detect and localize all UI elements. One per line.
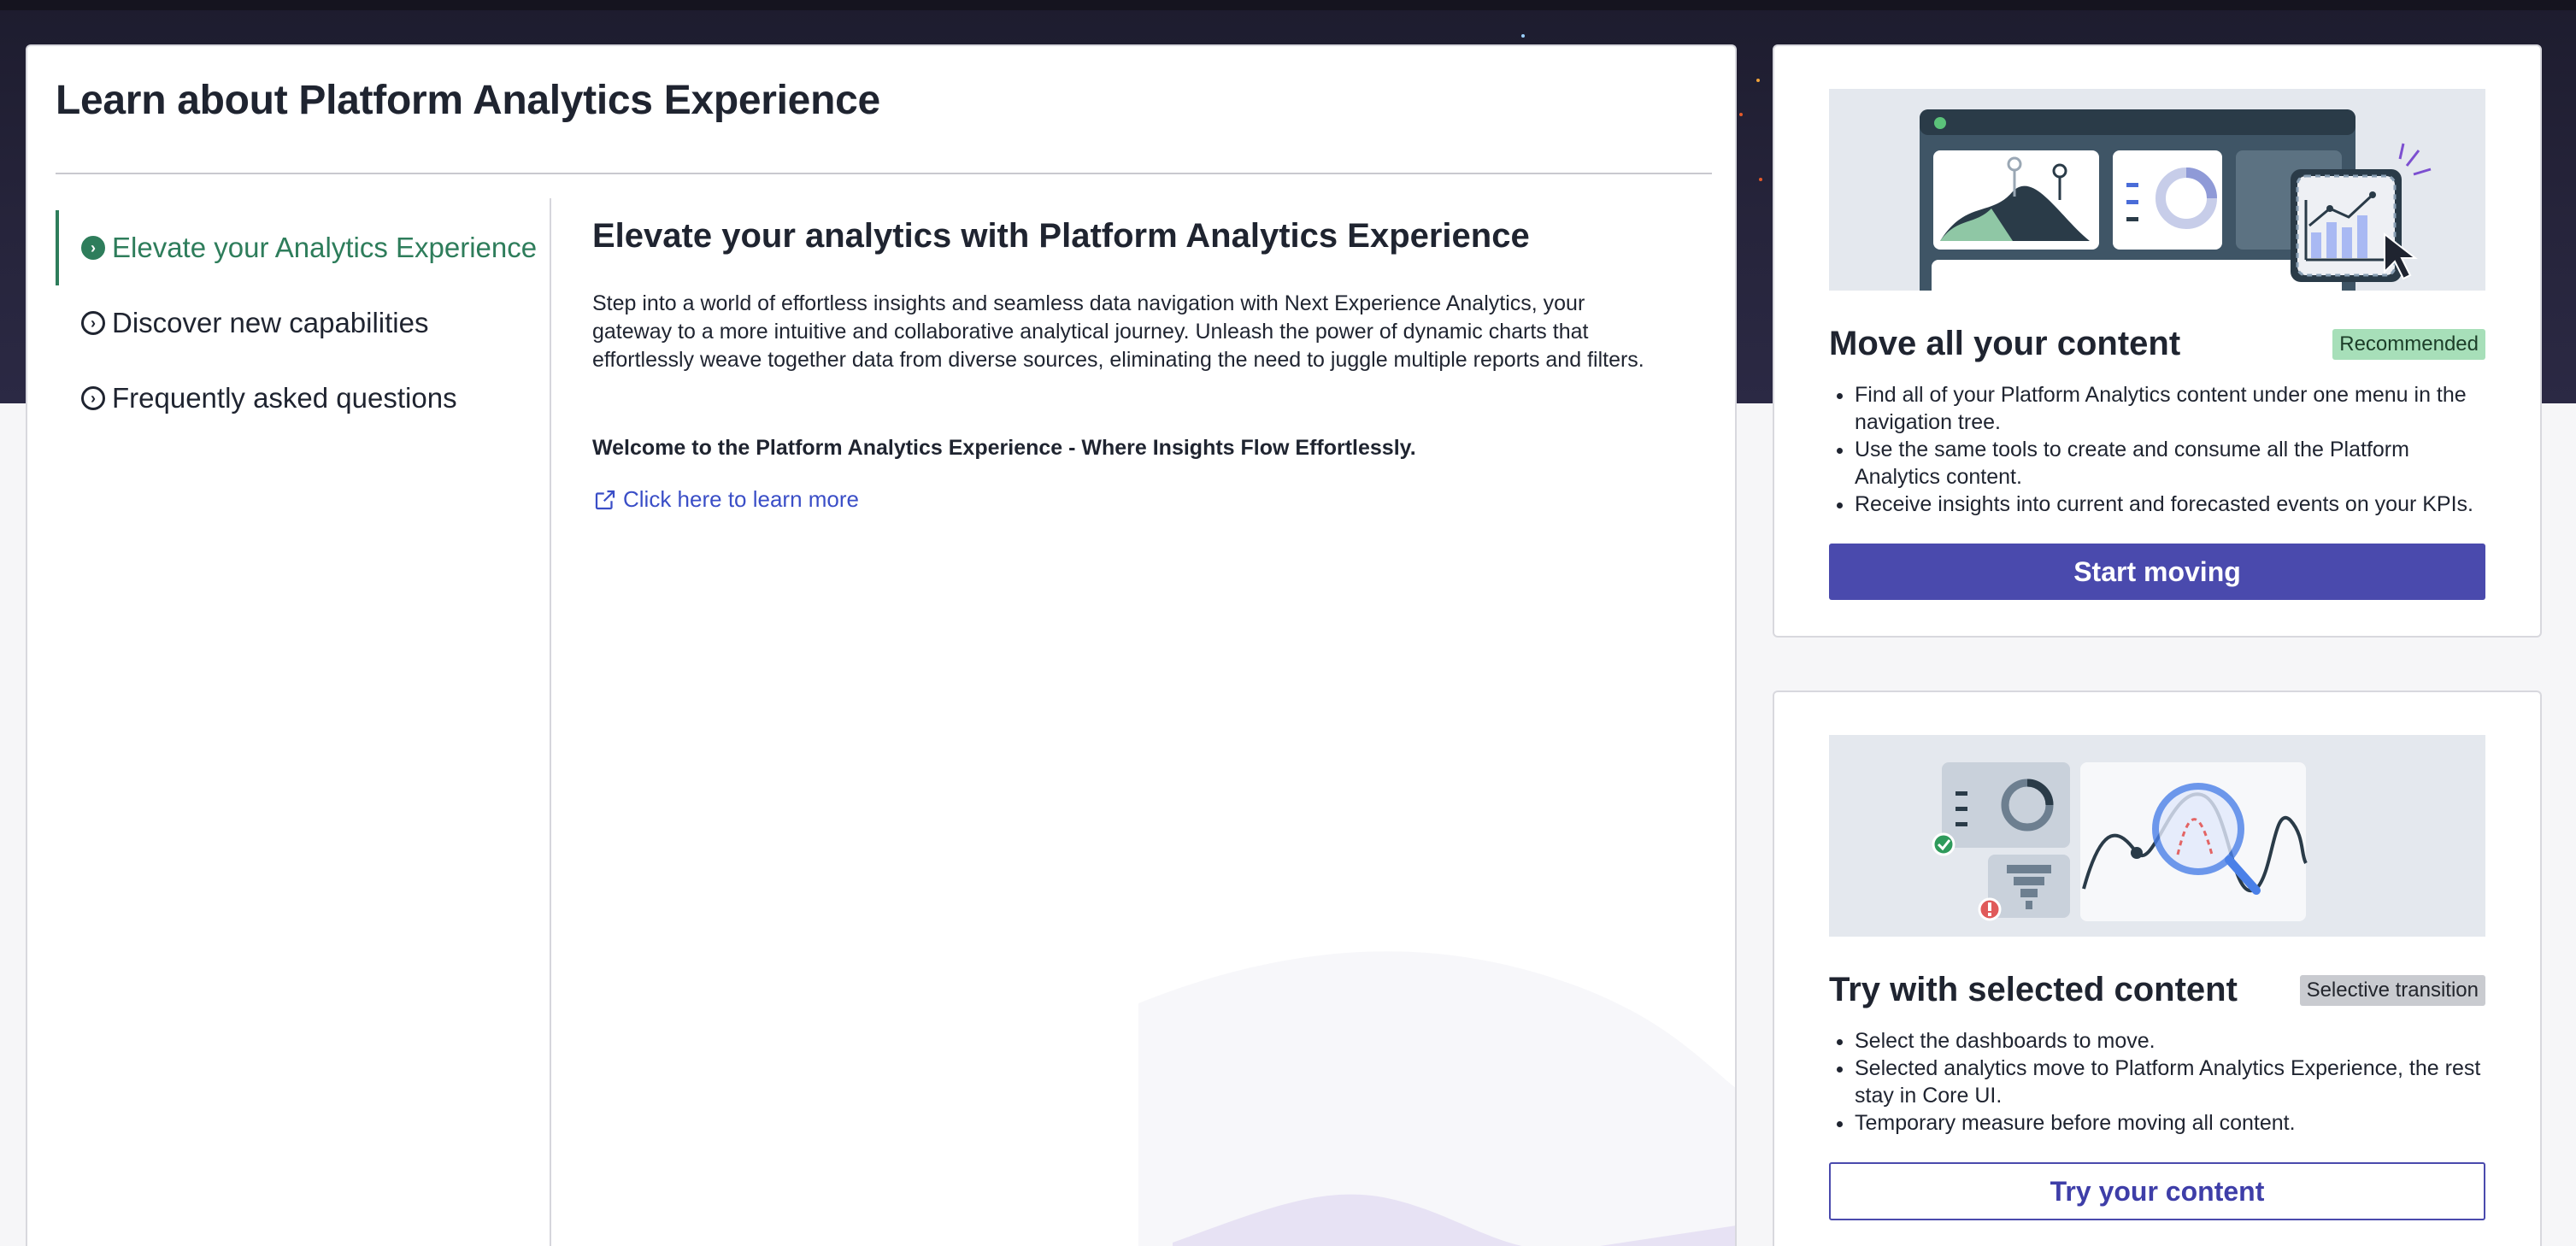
content-area: Elevate your analytics with Platform Ana… xyxy=(592,217,1686,517)
list-item: Find all of your Platform Analytics cont… xyxy=(1855,381,2485,436)
list-item: Select the dashboards to move. xyxy=(1855,1027,2485,1055)
card-bullets: Select the dashboards to move. Selected … xyxy=(1829,1027,2485,1137)
card-bullets: Find all of your Platform Analytics cont… xyxy=(1829,381,2485,518)
learn-more-label: Click here to learn more xyxy=(623,486,859,512)
nav-item-discover[interactable]: › Discover new capabilities xyxy=(56,285,551,361)
decorative-wave xyxy=(1138,951,1735,1246)
selective-transition-badge: Selective transition xyxy=(2299,974,2485,1006)
content-heading: Elevate your analytics with Platform Ana… xyxy=(592,217,1530,255)
chevron-right-circle-icon: › xyxy=(81,311,105,335)
dashboard-illustration xyxy=(1920,109,2432,291)
side-nav: › Elevate your Analytics Experience › Di… xyxy=(56,210,551,436)
try-selected-card: Try with selected content Selective tran… xyxy=(1773,691,2542,1246)
card-header: Try with selected content Selective tran… xyxy=(1829,971,2485,1009)
title-divider xyxy=(56,173,1712,174)
list-item: Selected analytics move to Platform Anal… xyxy=(1855,1055,2485,1109)
learn-more-link[interactable]: Click here to learn more xyxy=(592,486,859,513)
card-title: Try with selected content xyxy=(1829,971,2238,1008)
top-strip xyxy=(0,0,2576,10)
start-moving-button[interactable]: Start moving xyxy=(1829,544,2485,600)
learn-panel: Learn about Platform Analytics Experienc… xyxy=(26,44,1737,1246)
nav-item-elevate[interactable]: › Elevate your Analytics Experience xyxy=(56,210,551,285)
recommended-badge: Recommended xyxy=(2332,328,2485,360)
chevron-right-circle-filled-icon: › xyxy=(81,236,105,260)
page-title: Learn about Platform Analytics Experienc… xyxy=(56,78,880,123)
card-header: Move all your content Recommended xyxy=(1829,325,2485,363)
list-item: Use the same tools to create and consume… xyxy=(1855,436,2485,491)
nav-item-label: Frequently asked questions xyxy=(112,382,457,414)
spark-decoration xyxy=(1521,34,1525,38)
list-item: Temporary measure before moving all cont… xyxy=(1855,1109,2485,1137)
selected-content-illustration xyxy=(1829,735,2485,937)
move-all-card: Move all your content Recommended Find a… xyxy=(1773,44,2542,638)
welcome-text: Welcome to the Platform Analytics Experi… xyxy=(592,436,1416,460)
try-your-content-button[interactable]: Try your content xyxy=(1829,1162,2485,1220)
chevron-right-circle-icon: › xyxy=(81,386,105,410)
nav-item-label: Discover new capabilities xyxy=(112,307,429,338)
spark-decoration xyxy=(1756,79,1760,82)
nav-divider xyxy=(550,198,551,1246)
content-body: Step into a world of effortless insights… xyxy=(592,291,1644,372)
card-title: Move all your content xyxy=(1829,325,2181,362)
spark-decoration xyxy=(1739,113,1743,116)
nav-item-faq[interactable]: › Frequently asked questions xyxy=(56,361,551,436)
search-illustration xyxy=(1932,762,2308,921)
list-item: Receive insights into current and foreca… xyxy=(1855,491,2485,518)
move-content-illustration xyxy=(1829,89,2485,291)
spark-decoration xyxy=(1759,178,1762,181)
nav-item-label: Elevate your Analytics Experience xyxy=(112,232,538,263)
external-link-icon xyxy=(595,490,615,509)
